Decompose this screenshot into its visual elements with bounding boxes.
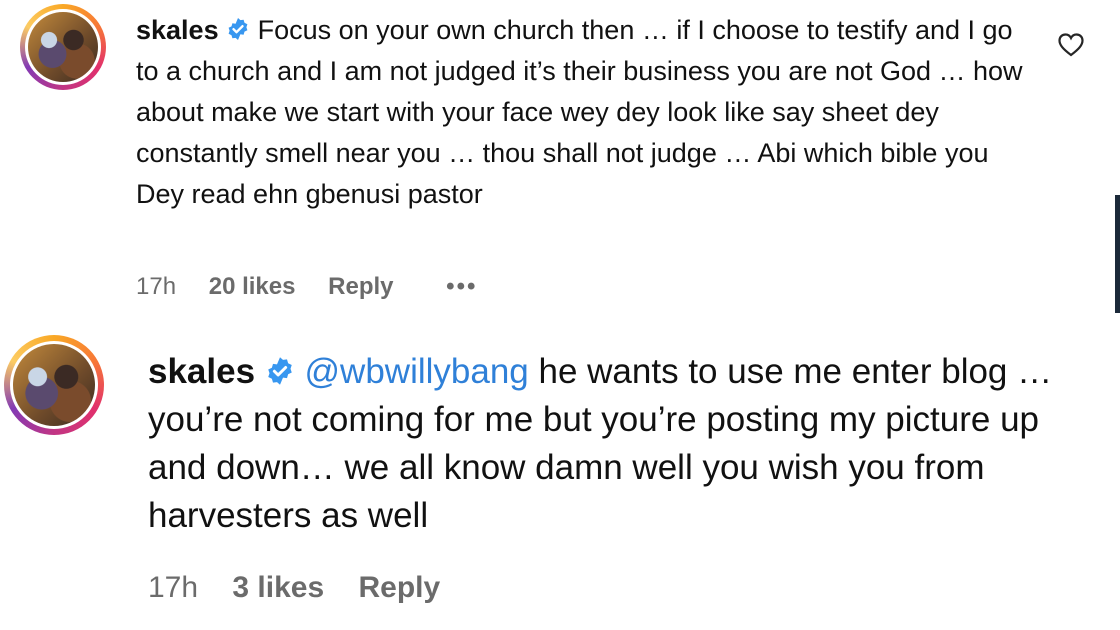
comment-body: skales Focus on your own church then … i… — [136, 10, 1026, 215]
comment-1: skales Focus on your own church then … i… — [0, 0, 1120, 310]
avatar-story-ring[interactable] — [4, 335, 104, 435]
likes-count[interactable]: 3 likes — [232, 571, 324, 604]
username[interactable]: skales — [136, 15, 219, 45]
reply-button[interactable]: Reply — [328, 273, 393, 300]
window-edge — [1115, 195, 1120, 313]
username[interactable]: skales — [148, 352, 255, 391]
comment-meta: 17h 20 likes Reply ••• — [136, 273, 503, 301]
timestamp: 17h — [136, 273, 177, 300]
comment-body: skales @wbwillybang he wants to use me e… — [148, 348, 1078, 540]
timestamp: 17h — [148, 571, 199, 604]
heart-icon[interactable] — [1057, 32, 1085, 58]
comment-text: Focus on your own church then … if I cho… — [136, 15, 1023, 209]
comment-meta: 17h 3 likes Reply — [148, 571, 466, 605]
avatar — [28, 12, 98, 82]
more-options-icon[interactable]: ••• — [446, 273, 477, 300]
verified-badge-icon — [268, 357, 292, 385]
mention-link[interactable]: @wbwillybang — [305, 352, 529, 391]
verified-badge-icon — [228, 17, 248, 40]
avatar — [13, 344, 95, 426]
likes-count[interactable]: 20 likes — [209, 273, 296, 300]
comment-2: skales @wbwillybang he wants to use me e… — [0, 320, 1120, 630]
reply-button[interactable]: Reply — [359, 571, 441, 604]
avatar-story-ring[interactable] — [20, 4, 106, 90]
